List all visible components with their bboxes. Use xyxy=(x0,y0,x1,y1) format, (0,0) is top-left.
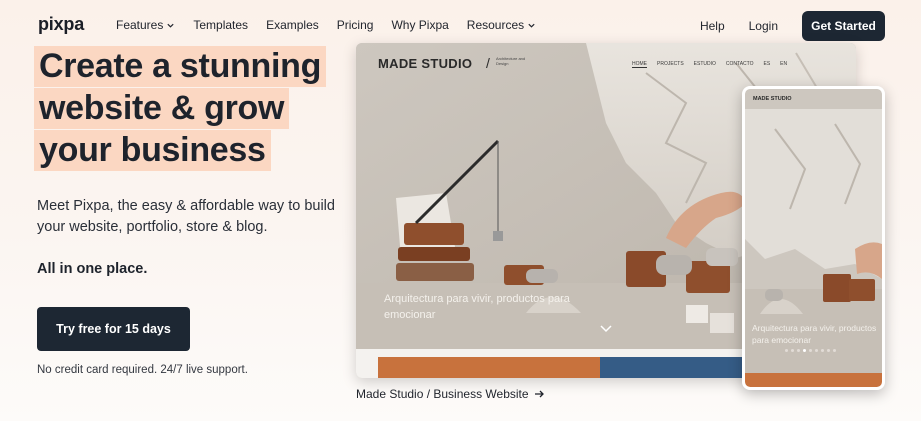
carousel-dot[interactable] xyxy=(785,349,788,352)
site-nav-item[interactable]: CONTACTO xyxy=(726,61,754,68)
example-site-link[interactable]: Made Studio / Business Website xyxy=(356,387,545,401)
hero-headline: Create a stunning website & grow your bu… xyxy=(34,46,327,172)
hero-note: No credit card required. 24/7 live suppo… xyxy=(37,364,248,376)
try-free-button[interactable]: Try free for 15 days xyxy=(37,307,190,351)
login-link[interactable]: Login xyxy=(749,19,778,33)
nav-right: Help Login Get Started xyxy=(700,11,885,41)
carousel-dots[interactable] xyxy=(785,349,836,352)
carousel-dot[interactable] xyxy=(821,349,824,352)
nav-item-resources[interactable]: Resources xyxy=(467,18,536,32)
nav-item-label: Pricing xyxy=(336,18,374,32)
mobile-brand: MADE STUDIO xyxy=(753,96,792,102)
pixpa-logo[interactable]: pixpa xyxy=(38,14,84,35)
example-site-label: Made Studio / Business Website xyxy=(356,387,529,401)
get-started-button[interactable]: Get Started xyxy=(802,11,885,41)
carousel-dot[interactable] xyxy=(833,349,836,352)
desktop-site-nav: HOME PROJECTS ESTUDIO CONTACTO ES EN xyxy=(632,61,787,68)
mobile-color-strip xyxy=(745,373,882,387)
hero-description-strong: All in one place. xyxy=(37,261,148,277)
nav-item-label: Features xyxy=(116,18,164,32)
headline-line: website & grow xyxy=(34,88,290,129)
desktop-brand: MADE STUDIO xyxy=(378,56,473,71)
chevron-down-icon[interactable] xyxy=(600,325,612,333)
carousel-dot-active[interactable] xyxy=(803,349,806,352)
chevron-down-icon xyxy=(528,23,535,28)
nav-item-why-pixpa[interactable]: Why Pixpa xyxy=(391,18,448,32)
nav-item-label: Resources xyxy=(466,18,525,32)
carousel-dot[interactable] xyxy=(815,349,818,352)
site-nav-item[interactable]: ES xyxy=(764,61,771,68)
carousel-dot[interactable] xyxy=(809,349,812,352)
nav-links: Features Templates Examples Pricing Why … xyxy=(116,18,554,32)
nav-item-label: Templates xyxy=(193,18,249,32)
brand-divider: / xyxy=(486,55,490,71)
nav-item-label: Examples xyxy=(266,18,319,32)
site-nav-item[interactable]: ESTUDIO xyxy=(694,61,716,68)
hero-description: Meet Pixpa, the easy & affordable way to… xyxy=(37,198,335,235)
site-nav-item[interactable]: EN xyxy=(780,61,787,68)
nav-item-templates[interactable]: Templates xyxy=(193,18,248,32)
nav-item-pricing[interactable]: Pricing xyxy=(337,18,374,32)
arrow-right-icon xyxy=(534,390,544,398)
headline-line: your business xyxy=(34,130,271,171)
nav-item-features[interactable]: Features xyxy=(116,18,175,32)
mobile-caption: Arquitectura para vivir, productos para … xyxy=(752,323,877,345)
site-nav-item[interactable]: HOME xyxy=(632,61,647,68)
nav-item-label: Why Pixpa xyxy=(391,18,449,32)
headline-line: Create a stunning xyxy=(34,46,327,87)
site-nav-item[interactable]: PROJECTS xyxy=(657,61,684,68)
help-link[interactable]: Help xyxy=(700,19,725,33)
carousel-dot[interactable] xyxy=(791,349,794,352)
mobile-preview[interactable]: MADE STUDIO Arquitectura para vivir, pro… xyxy=(742,86,885,390)
carousel-dot[interactable] xyxy=(827,349,830,352)
desktop-caption: Arquitectura para vivir, productos para … xyxy=(384,293,570,321)
strip-orange xyxy=(378,357,600,378)
nav-item-examples[interactable]: Examples xyxy=(266,18,319,32)
mobile-screen: MADE STUDIO Arquitectura para vivir, pro… xyxy=(745,89,882,387)
chevron-down-icon xyxy=(167,23,174,28)
carousel-dot[interactable] xyxy=(797,349,800,352)
desktop-brand-sub: Architecture and Design xyxy=(496,56,526,66)
